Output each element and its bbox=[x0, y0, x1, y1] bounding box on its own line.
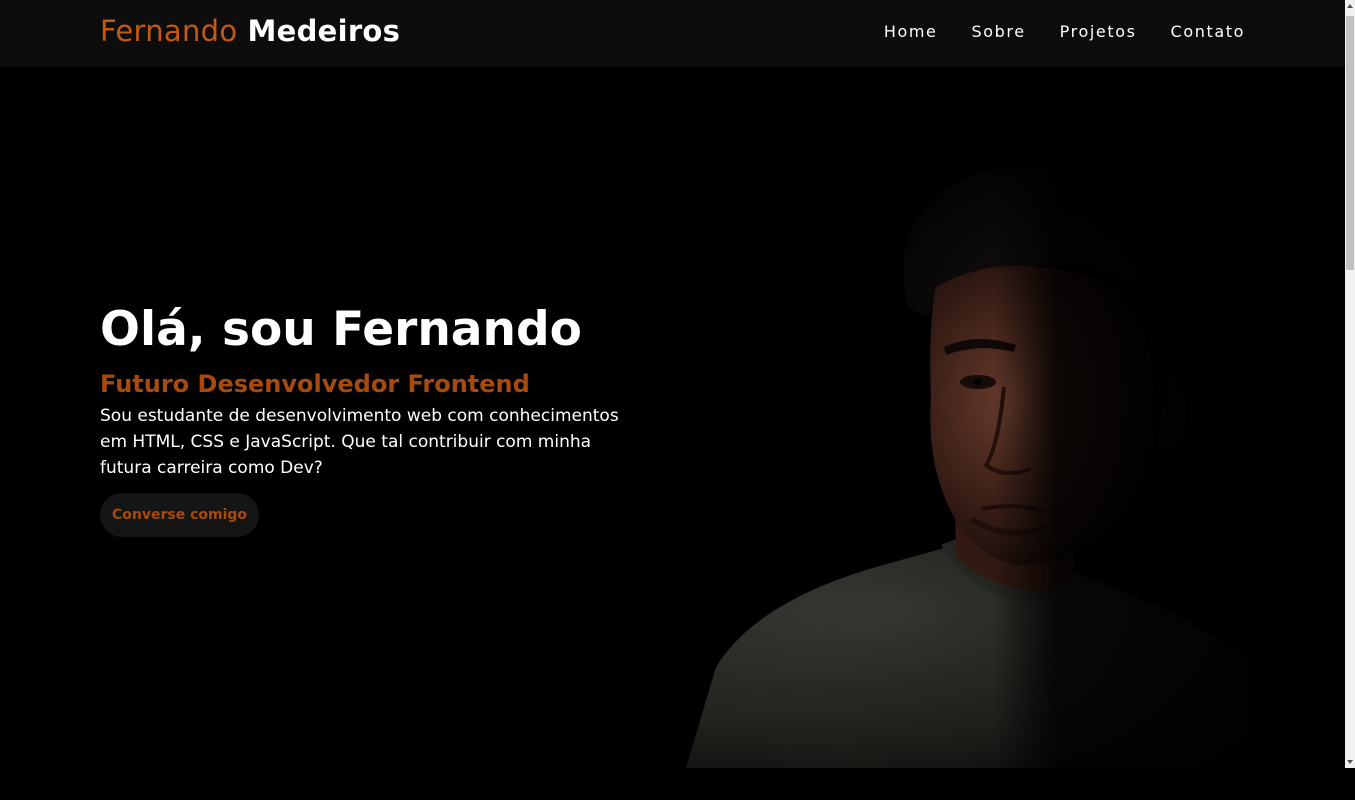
logo-last-name: Medeiros bbox=[247, 14, 401, 48]
hero-text-block: Olá, sou Fernando Futuro Desenvolvedor F… bbox=[100, 302, 660, 538]
nav-link-contato[interactable]: Contato bbox=[1171, 22, 1245, 41]
hero-subtitle: Futuro Desenvolvedor Frontend bbox=[100, 370, 530, 399]
hero-title: Olá, sou Fernando bbox=[100, 302, 582, 357]
nav-link-home[interactable]: Home bbox=[884, 22, 938, 41]
hero-description: Sou estudante de desenvolvimento web com… bbox=[100, 406, 619, 479]
site-header: Fernando Medeiros Home Sobre Projetos Con… bbox=[0, 0, 1345, 67]
hero-section: Olá, sou Fernando Futuro Desenvolvedor F… bbox=[0, 67, 1345, 768]
page: Fernando Medeiros Home Sobre Projetos Con… bbox=[0, 0, 1355, 800]
scrollbar-thumb[interactable] bbox=[1346, 16, 1354, 270]
portrait-image bbox=[686, 147, 1326, 768]
vertical-scrollbar[interactable] bbox=[1345, 0, 1355, 768]
site-logo[interactable]: Fernando Medeiros bbox=[100, 14, 400, 48]
nav-link-sobre[interactable]: Sobre bbox=[972, 22, 1026, 41]
nav-link-projetos[interactable]: Projetos bbox=[1060, 22, 1137, 41]
scroll-up-arrow-icon[interactable] bbox=[1347, 4, 1353, 8]
contact-button[interactable]: Converse comigo bbox=[100, 493, 260, 538]
main-nav: Home Sobre Projetos Contato bbox=[884, 22, 1245, 41]
scroll-down-arrow-icon[interactable] bbox=[1347, 760, 1353, 764]
logo-first-name: Fernando bbox=[100, 14, 238, 48]
